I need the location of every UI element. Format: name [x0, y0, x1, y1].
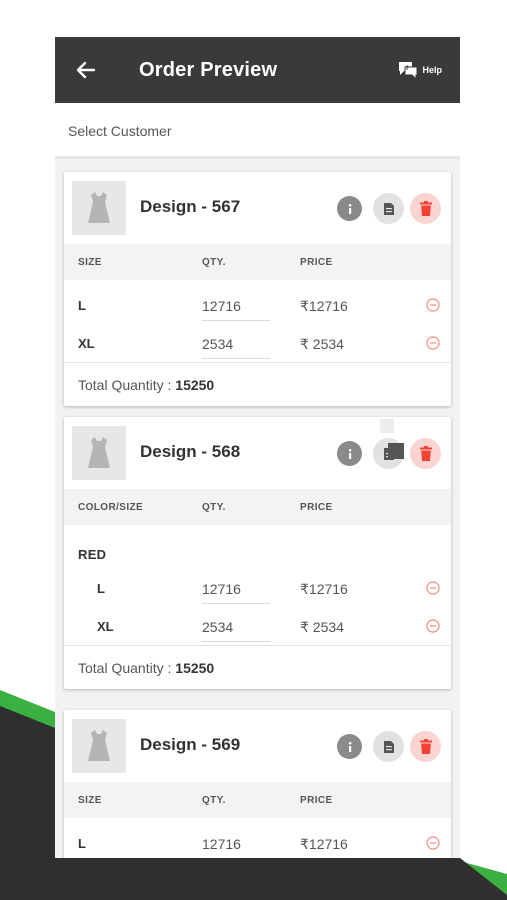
document-button[interactable] [373, 193, 404, 224]
dress-icon [88, 192, 110, 223]
info-icon [348, 448, 351, 459]
document-icon [383, 740, 394, 753]
info-button[interactable] [337, 734, 362, 759]
design-title: Design - 569 [140, 735, 241, 754]
minus-circle-icon[interactable] [426, 336, 440, 350]
price-cell: ₹ 2534 [300, 619, 344, 635]
qty-column-header: QTY. [202, 502, 226, 513]
trash-icon [419, 446, 432, 461]
trash-icon [419, 739, 432, 754]
qty-column-header: QTY. [202, 257, 226, 268]
table-header: SIZE QTY. PRICE [64, 782, 451, 818]
customer-label: Select Customer [68, 123, 172, 139]
price-cell: ₹12716 [300, 836, 348, 852]
design-card: Design - 567 SIZE QTY. PRICE L 12716 ₹12… [64, 172, 451, 406]
color-swatch[interactable] [388, 443, 404, 459]
table-row: XL 2534 ₹ 2534 [64, 607, 451, 645]
minus-circle-icon[interactable] [426, 619, 440, 633]
card-header: Design - 569 [64, 710, 451, 782]
screen-root: Order Preview ? Help Select Customer Des… [0, 0, 507, 900]
phone-screen: Order Preview ? Help Select Customer Des… [55, 37, 460, 858]
price-column-header: PRICE [300, 502, 333, 513]
design-thumbnail[interactable] [72, 719, 126, 773]
qty-input[interactable]: 12716 [202, 581, 270, 604]
size-column-header: SIZE [78, 257, 102, 268]
chat-help-icon: ? [399, 62, 418, 80]
size-column-header: SIZE [78, 795, 102, 806]
color-group: RED [64, 525, 451, 565]
table-row: L 12716 ₹12716 [64, 569, 451, 607]
total-quantity: Total Quantity : 15250 [64, 645, 451, 689]
info-icon [348, 203, 351, 214]
design-list[interactable]: Design - 567 SIZE QTY. PRICE L 12716 ₹12… [55, 162, 460, 858]
color-size-column-header: COLOR/SIZE [78, 502, 144, 513]
dress-icon [88, 730, 110, 761]
size-cell: XL [97, 619, 114, 634]
help-label: Help [422, 65, 442, 75]
price-cell: ₹12716 [300, 581, 348, 597]
table-header: COLOR/SIZE QTY. PRICE [64, 489, 451, 525]
total-quantity: Total Quantity : 15250 [64, 362, 451, 406]
document-button[interactable] [373, 731, 404, 762]
back-button[interactable] [73, 57, 99, 83]
qty-input[interactable]: 2534 [202, 619, 270, 642]
design-card: Design - 569 SIZE QTY. PRICE L 12716 ₹12… [64, 710, 451, 858]
card-header: Design - 567 [64, 172, 451, 244]
delete-button[interactable] [410, 731, 441, 762]
arrow-left-icon [76, 61, 96, 79]
total-value: 15250 [175, 377, 215, 393]
app-bar: Order Preview ? Help [55, 37, 460, 103]
design-thumbnail[interactable] [72, 426, 126, 480]
price-column-header: PRICE [300, 795, 333, 806]
color-swatch[interactable] [380, 419, 394, 433]
table-row: L 12716 ₹12716 [64, 286, 451, 324]
qty-input[interactable]: 2534 [202, 336, 270, 359]
info-button[interactable] [337, 196, 362, 221]
help-button[interactable]: ? Help [397, 59, 442, 81]
design-title: Design - 567 [140, 197, 241, 216]
size-cell: L [78, 298, 86, 313]
color-label: RED [78, 547, 107, 562]
minus-circle-icon[interactable] [426, 298, 440, 312]
total-value: 15250 [175, 660, 215, 676]
price-column-header: PRICE [300, 257, 333, 268]
design-title: Design - 568 [140, 442, 241, 461]
minus-circle-icon[interactable] [426, 836, 440, 850]
table-header: SIZE QTY. PRICE [64, 244, 451, 280]
total-label: Total Quantity : [78, 377, 176, 393]
size-cell: L [97, 581, 105, 596]
total-label: Total Quantity : [78, 660, 176, 676]
page-title: Order Preview [139, 59, 278, 81]
dress-icon [88, 437, 110, 468]
price-cell: ₹12716 [300, 298, 348, 314]
minus-circle-icon[interactable] [426, 581, 440, 595]
svg-text:?: ? [406, 65, 410, 72]
info-icon [348, 741, 351, 752]
qty-input[interactable]: 12716 [202, 836, 270, 858]
qty-input[interactable]: 12716 [202, 298, 270, 321]
qty-column-header: QTY. [202, 795, 226, 806]
trash-icon [419, 201, 432, 216]
customer-selector[interactable]: Select Customer [55, 103, 460, 159]
delete-button[interactable] [410, 193, 441, 224]
price-cell: ₹ 2534 [300, 336, 344, 352]
design-thumbnail[interactable] [72, 181, 126, 235]
info-button[interactable] [337, 441, 362, 466]
size-cell: L [78, 836, 86, 851]
table-row: L 12716 ₹12716 [64, 824, 451, 858]
document-icon [383, 202, 394, 215]
size-cell: XL [78, 336, 95, 351]
delete-button[interactable] [410, 438, 441, 469]
table-row: XL 2534 ₹ 2534 [64, 324, 451, 362]
